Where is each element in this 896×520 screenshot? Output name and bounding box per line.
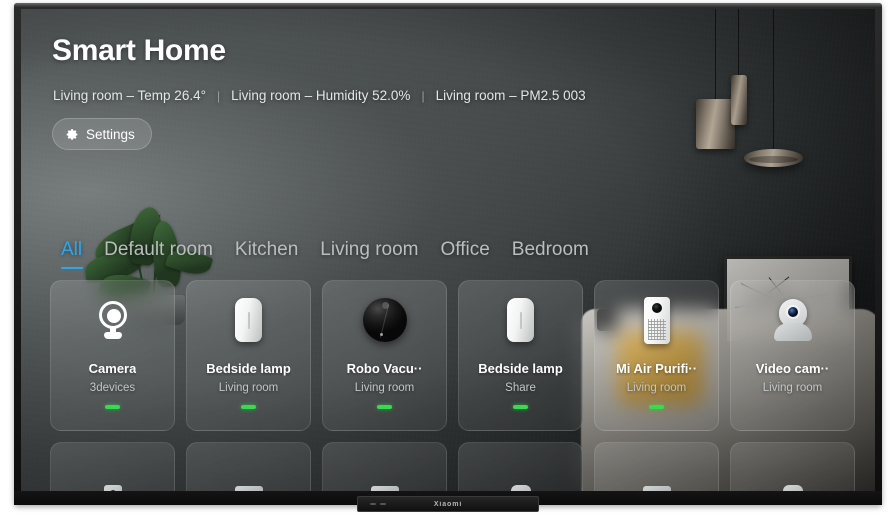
status-item-temp: Living room – Temp 26.4° (53, 88, 206, 103)
device-title: Video cam·· (755, 361, 830, 376)
gear-icon (66, 128, 78, 140)
tv-device-frame: Smart Home Living room – Temp 26.4° | Li… (0, 0, 896, 520)
video-cam-icon (731, 281, 854, 359)
tv-bezel-highlight (14, 3, 882, 7)
tab-all[interactable]: All (50, 236, 93, 269)
tab-label: All (61, 239, 83, 260)
status-indicator (105, 405, 120, 409)
tab-default-room[interactable]: Default room (93, 236, 224, 264)
device-card-partial[interactable] (186, 442, 311, 491)
device-title: Bedside lamp (206, 361, 291, 376)
device-card-robo-vacuum[interactable]: Robo Vacu·· Living room (322, 280, 447, 431)
room-tab-bar: All Default room Kitchen Living room Off… (50, 236, 600, 269)
camera-icon (51, 281, 174, 359)
device-subtitle: Living room (762, 382, 823, 394)
tv-screen: Smart Home Living room – Temp 26.4° | Li… (21, 9, 875, 491)
device-title: Mi Air Purifi·· (615, 361, 698, 376)
smart-home-ui: Smart Home Living room – Temp 26.4° | Li… (21, 9, 875, 491)
tv-stand: Xiaomi (357, 496, 539, 512)
device-card-bedside-lamp-living-room[interactable]: Bedside lamp Living room (186, 280, 311, 431)
tab-living-room[interactable]: Living room (309, 236, 429, 264)
device-grid-row-2 (50, 442, 855, 491)
device-subtitle: 3devices (89, 382, 136, 394)
device-card-partial[interactable] (50, 442, 175, 491)
settings-button[interactable]: Settings (52, 118, 152, 150)
vacuum-icon (323, 281, 446, 359)
device-subtitle: Living room (626, 382, 687, 394)
tab-kitchen[interactable]: Kitchen (224, 236, 309, 264)
settings-button-label: Settings (86, 126, 135, 142)
tab-label: Kitchen (234, 239, 299, 260)
device-card-air-purifier[interactable]: Mi Air Purifi·· Living room (594, 280, 719, 431)
device-subtitle: Share (505, 382, 536, 394)
brand-logo: Xiaomi (433, 500, 463, 508)
purifier-icon (595, 281, 718, 359)
status-indicator (377, 405, 392, 409)
status-separator: | (421, 88, 425, 103)
tab-active-underline (61, 266, 83, 269)
device-subtitle: Living room (218, 382, 279, 394)
sensor-status-row: Living room – Temp 26.4° | Living room –… (53, 88, 586, 103)
status-separator: | (216, 88, 221, 103)
device-title: Bedside lamp (478, 361, 563, 376)
tab-label: Default room (104, 239, 213, 260)
tab-label: Living room (320, 239, 419, 260)
device-card-partial[interactable] (322, 442, 447, 491)
tab-bedroom[interactable]: Bedroom (501, 236, 600, 264)
device-grid: Camera 3devices Bedside lamp Living room (50, 280, 855, 431)
device-card-partial[interactable] (594, 442, 719, 491)
status-indicator (513, 405, 528, 409)
device-card-video-camera[interactable]: Video cam·· Living room (730, 280, 855, 431)
device-title: Robo Vacu·· (346, 361, 423, 376)
page-title: Smart Home (52, 34, 226, 67)
status-item-pm25: Living room – PM2.5 003 (435, 88, 586, 103)
lamp-icon (187, 281, 310, 359)
tab-label: Bedroom (511, 239, 589, 260)
tab-office[interactable]: Office (430, 236, 501, 264)
device-card-bedside-lamp-share[interactable]: Bedside lamp Share (458, 280, 583, 431)
stand-vents (370, 503, 386, 505)
device-card-partial[interactable] (458, 442, 583, 491)
lamp-icon (459, 281, 582, 359)
device-title: Camera (88, 361, 137, 376)
device-card-camera[interactable]: Camera 3devices (50, 280, 175, 431)
status-indicator (649, 405, 664, 409)
status-item-humidity: Living room – Humidity 52.0% (231, 88, 411, 103)
status-indicator (241, 405, 256, 409)
device-subtitle: Living room (354, 382, 415, 394)
tab-label: Office (440, 239, 490, 260)
device-card-partial[interactable] (730, 442, 855, 491)
